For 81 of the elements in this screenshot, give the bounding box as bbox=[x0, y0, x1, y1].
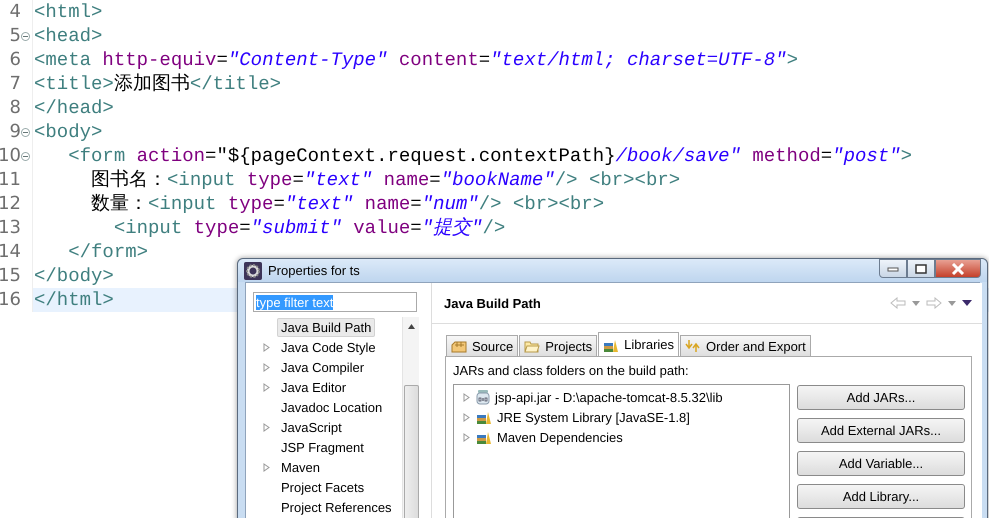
package-icon bbox=[451, 339, 467, 353]
tree-item[interactable]: JavaScript bbox=[277, 418, 346, 436]
tree-item[interactable]: Java Compiler bbox=[277, 358, 368, 376]
code-line: 数量：<input type="text" name="num"/> <br><br> bbox=[90, 192, 604, 216]
code-line: </head> bbox=[33, 96, 114, 120]
expand-icon[interactable] bbox=[463, 412, 471, 422]
forward-arrow-icon[interactable] bbox=[926, 297, 942, 309]
scrollbar[interactable] bbox=[402, 317, 419, 518]
up-down-arrows-icon bbox=[685, 339, 702, 353]
collapse-icon[interactable] bbox=[21, 152, 30, 160]
code-line: <title>添加图书</title> bbox=[33, 72, 282, 96]
collapse-icon[interactable] bbox=[21, 128, 30, 136]
window-title: Properties for ts bbox=[268, 263, 360, 278]
tab[interactable]: Libraries bbox=[598, 332, 680, 356]
tree-item[interactable]: Project References bbox=[277, 498, 396, 516]
line-number: 13 bbox=[0, 219, 21, 237]
tab[interactable]: Order and Export bbox=[680, 335, 811, 356]
tree-item[interactable]: Javadoc Location bbox=[277, 398, 386, 416]
expand-icon[interactable] bbox=[263, 382, 271, 392]
tree-item[interactable]: Java Build Path bbox=[277, 318, 376, 336]
tree-item[interactable]: Java Code Style bbox=[277, 338, 380, 356]
close-button[interactable] bbox=[935, 259, 981, 278]
line-number: 6 bbox=[10, 51, 21, 69]
code-line: </html> bbox=[33, 288, 114, 312]
tree-item[interactable]: Maven bbox=[277, 458, 324, 476]
line-number: 9 bbox=[10, 123, 21, 141]
line-number: 11 bbox=[0, 171, 21, 189]
books-icon bbox=[476, 410, 492, 424]
jar-icon bbox=[476, 389, 490, 405]
code-line: </body> bbox=[33, 264, 114, 288]
add-button[interactable]: Add Variable... bbox=[797, 451, 965, 476]
maximize-icon bbox=[915, 264, 927, 274]
line-number: 4 bbox=[10, 3, 21, 21]
tab[interactable]: Source bbox=[446, 335, 518, 356]
tree-item[interactable]: Java Editor bbox=[277, 378, 350, 396]
minimize-icon bbox=[887, 266, 899, 272]
code-line: <html> bbox=[33, 0, 102, 24]
list-item[interactable]: Maven Dependencies bbox=[497, 430, 623, 444]
close-icon bbox=[951, 262, 965, 274]
add-button[interactable]: Add Library... bbox=[797, 484, 965, 509]
expand-icon[interactable] bbox=[263, 362, 271, 372]
code-line: <input type="submit" value="提交"/> bbox=[112, 216, 506, 240]
code-line: 图书名：<input type="text" name="bookName"/> <br><br> bbox=[90, 168, 680, 192]
dropdown-icon[interactable] bbox=[912, 300, 920, 306]
line-number: 10 bbox=[0, 147, 21, 165]
expand-icon[interactable] bbox=[263, 342, 271, 352]
tree-item[interactable]: Project Facets bbox=[277, 478, 368, 496]
gear-icon bbox=[244, 262, 262, 280]
page-title: Java Build Path bbox=[444, 296, 541, 310]
code-line: <form action="${pageContext.request.contextPath}/book/save" method="post"> bbox=[67, 144, 912, 168]
line-number: 12 bbox=[0, 195, 21, 213]
code-line: <body> bbox=[33, 120, 102, 144]
expand-icon[interactable] bbox=[463, 392, 471, 402]
line-number: 16 bbox=[0, 291, 21, 309]
tree-item[interactable]: JSP Fragment bbox=[277, 438, 368, 456]
up-arrow-icon[interactable] bbox=[408, 324, 414, 329]
add-button[interactable]: Add JARs... bbox=[797, 385, 965, 410]
code-line: </form> bbox=[67, 240, 148, 264]
menu-icon[interactable] bbox=[962, 300, 972, 306]
code-line: <head> bbox=[33, 24, 102, 48]
folder-icon bbox=[524, 340, 540, 352]
line-number: 5 bbox=[10, 27, 21, 45]
books-icon bbox=[476, 430, 492, 444]
line-number: 7 bbox=[10, 75, 21, 93]
line-number: 8 bbox=[10, 99, 21, 117]
collapse-icon[interactable] bbox=[21, 32, 30, 40]
add-button[interactable]: Add External JARs... bbox=[797, 418, 965, 443]
line-number: 15 bbox=[0, 267, 21, 285]
list-item[interactable]: jsp-api.jar - D:\apache-tomcat-8.5.32\lib bbox=[495, 390, 723, 404]
tab[interactable]: Projects bbox=[519, 335, 598, 356]
code-line: <meta http-equiv="Content-Type" content="text/html; charset=UTF-8"> bbox=[33, 48, 798, 72]
minimize-button[interactable] bbox=[879, 259, 907, 278]
maximize-button[interactable] bbox=[907, 259, 935, 278]
expand-icon[interactable] bbox=[263, 422, 271, 432]
expand-icon[interactable] bbox=[463, 432, 471, 442]
line-number: 14 bbox=[0, 243, 21, 261]
back-arrow-icon[interactable] bbox=[890, 297, 906, 309]
list-caption: JARs and class folders on the build path: bbox=[453, 363, 690, 378]
list-item[interactable]: JRE System Library [JavaSE-1.8] bbox=[497, 410, 690, 424]
expand-icon[interactable] bbox=[263, 462, 271, 472]
dropdown-icon[interactable] bbox=[948, 300, 956, 306]
